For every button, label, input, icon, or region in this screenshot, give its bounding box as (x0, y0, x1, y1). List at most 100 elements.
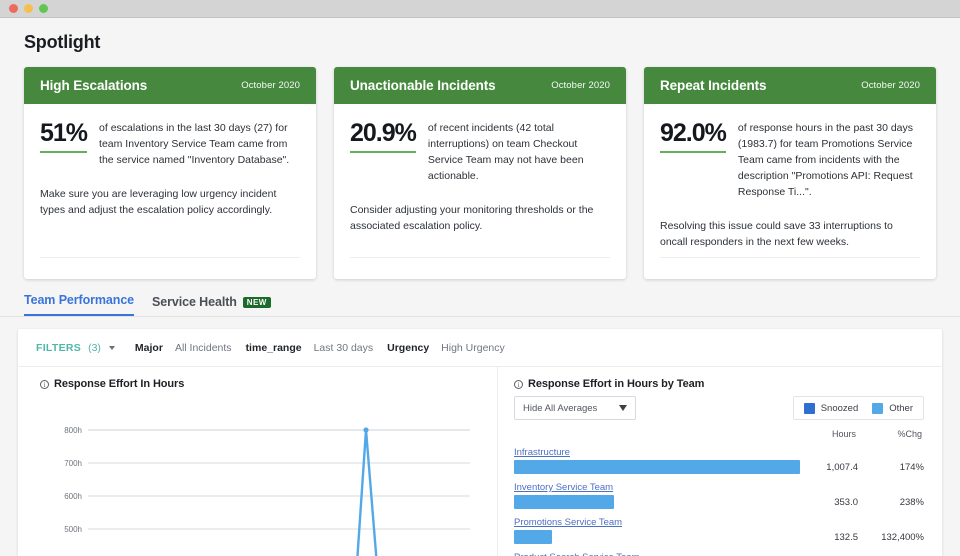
legend-label-other: Other (889, 402, 913, 414)
bar-track (514, 460, 800, 474)
bar-values: 1,007.4 174% (800, 462, 924, 473)
team-link-infrastructure[interactable]: Infrastructure (514, 447, 570, 458)
dashboard-panel: FILTERS (3) Major All Incidents time_ran… (18, 329, 942, 556)
new-badge: NEW (242, 296, 271, 308)
stat-description: of escalations in the last 30 days (27) … (99, 122, 290, 166)
value-hours: 1,007.4 (826, 461, 858, 473)
bar-fill[interactable] (514, 495, 615, 509)
table-row: Product Search Service Team 25.6 -90% (514, 547, 924, 556)
line-series-response-effort (356, 428, 378, 556)
close-button[interactable] (9, 4, 18, 13)
hide-averages-select[interactable]: Hide All Averages (514, 396, 636, 420)
stat-row: 92.0% of response hours in the past 30 d… (660, 120, 920, 201)
stat-percentage: 51% (40, 120, 88, 154)
tab-label: Service Health (152, 295, 237, 309)
card-date: October 2020 (551, 80, 610, 91)
stat-description: of recent incidents (42 total interrupti… (427, 122, 584, 182)
team-link-promotions-service-team[interactable]: Promotions Service Team (514, 517, 622, 528)
window-titlebar (0, 0, 960, 18)
card-header: Unactionable Incidents October 2020 (334, 67, 626, 104)
card-title: Unactionable Incidents (350, 78, 496, 93)
response-effort-by-team-chart: i Response Effort in Hours by Team Hide … (498, 367, 942, 556)
info-icon[interactable]: i (514, 379, 523, 389)
filters-label[interactable]: FILTERS (36, 342, 81, 354)
card-advice: Consider adjusting your monitoring thres… (350, 203, 594, 232)
page-content: Spotlight High Escalations October 2020 … (0, 18, 960, 556)
card-title: High Escalations (40, 78, 148, 93)
tab-team-performance[interactable]: Team Performance (24, 293, 134, 316)
tab-bar: Team Performance Service Health NEW (0, 279, 960, 317)
charts-area: i Response Effort In Hours 800h 700h 600… (18, 367, 942, 556)
stat-row: 51% of escalations in the last 30 days (… (40, 120, 300, 169)
chart-title: i Response Effort in Hours by Team (514, 378, 924, 390)
info-icon[interactable]: i (40, 379, 49, 389)
bar-line: 1,007.4 174% (514, 460, 924, 474)
chart-title-text: Response Effort In Hours (54, 378, 185, 390)
card-footer-divider (40, 257, 300, 279)
spotlight-card-high-escalations: High Escalations October 2020 51% of esc… (24, 67, 316, 279)
bar-line: 353.0 238% (514, 495, 924, 509)
chart-legend: Snoozed Other (792, 396, 924, 420)
y-tick-700: 700h (64, 459, 82, 468)
select-value: Hide All Averages (523, 402, 598, 414)
card-body: 92.0% of response hours in the past 30 d… (644, 104, 936, 279)
spotlight-card-repeat-incidents: Repeat Incidents October 2020 92.0% of r… (644, 67, 936, 279)
filters-count: (3) (88, 341, 101, 354)
legend-swatch-other (872, 402, 884, 414)
card-advice: Make sure you are leveraging low urgency… (40, 187, 277, 216)
tab-service-health[interactable]: Service Health NEW (152, 295, 271, 316)
legend-item-other[interactable]: Other (872, 402, 913, 414)
legend-label-snoozed: Snoozed (820, 402, 859, 414)
bar-track (514, 495, 800, 509)
spotlight-card-unactionable-incidents: Unactionable Incidents October 2020 20.9… (334, 67, 626, 279)
card-footer-divider (350, 257, 610, 279)
chevron-down-icon[interactable] (108, 345, 115, 350)
stat-description: of response hours in the past 30 days (1… (737, 122, 914, 198)
chevron-down-icon (619, 405, 627, 411)
column-header-change: %Chg (897, 429, 922, 439)
filter-value-urgency[interactable]: High Urgency (441, 342, 505, 354)
table-row: Promotions Service Team 132.5 132,400% (514, 512, 924, 544)
page-title: Spotlight (24, 32, 101, 52)
chart-title-text: Response Effort in Hours by Team (528, 378, 705, 390)
minimize-button[interactable] (24, 4, 33, 13)
team-link-inventory-service-team[interactable]: Inventory Service Team (514, 482, 613, 493)
response-effort-line-chart: i Response Effort In Hours 800h 700h 600… (18, 367, 498, 556)
card-body: 51% of escalations in the last 30 days (… (24, 104, 316, 279)
line-peak-marker (363, 427, 369, 433)
bar-fill[interactable] (514, 530, 552, 544)
team-link-product-search-service-team[interactable]: Product Search Service Team (514, 552, 640, 556)
bar-track (514, 530, 800, 544)
filter-value-time-range[interactable]: Last 30 days (314, 342, 374, 354)
y-tick-800: 800h (64, 426, 82, 435)
gridlines (88, 429, 470, 530)
bar-values: 132.5 132,400% (800, 532, 924, 543)
stat-percentage: 92.0% (660, 120, 727, 154)
y-tick-500: 500h (64, 525, 82, 534)
bar-fill[interactable] (514, 460, 800, 474)
line-chart-svg: 800h 700h 600h 500h 400h (64, 426, 470, 556)
legend-item-snoozed[interactable]: Snoozed (803, 402, 859, 414)
bar-line: 132.5 132,400% (514, 530, 924, 544)
stat-percentage: 20.9% (350, 120, 417, 154)
bar-table-header: Hours %Chg (514, 429, 924, 439)
card-title: Repeat Incidents (660, 78, 767, 93)
filter-value-major[interactable]: All Incidents (175, 342, 232, 354)
card-advice: Resolving this issue could save 33 inter… (660, 219, 893, 248)
stat-row: 20.9% of recent incidents (42 total inte… (350, 120, 610, 185)
card-body: 20.9% of recent incidents (42 total inte… (334, 104, 626, 279)
zoom-button[interactable] (39, 4, 48, 13)
value-hours: 132.5 (834, 531, 858, 543)
card-header: High Escalations October 2020 (24, 67, 316, 104)
y-axis-ticks: 800h 700h 600h 500h 400h (64, 426, 82, 534)
column-header-hours: Hours (831, 429, 856, 439)
value-change: 238% (899, 496, 924, 508)
card-header: Repeat Incidents October 2020 (644, 67, 936, 104)
spotlight-cards: High Escalations October 2020 51% of esc… (0, 53, 960, 279)
filter-key-time-range: time_range (245, 341, 302, 354)
legend-swatch-snoozed (803, 402, 815, 414)
filter-key-major: Major (134, 341, 163, 354)
table-row: Inventory Service Team 353.0 238% (514, 477, 924, 509)
card-date: October 2020 (861, 80, 920, 91)
value-hours: 353.0 (834, 496, 858, 508)
